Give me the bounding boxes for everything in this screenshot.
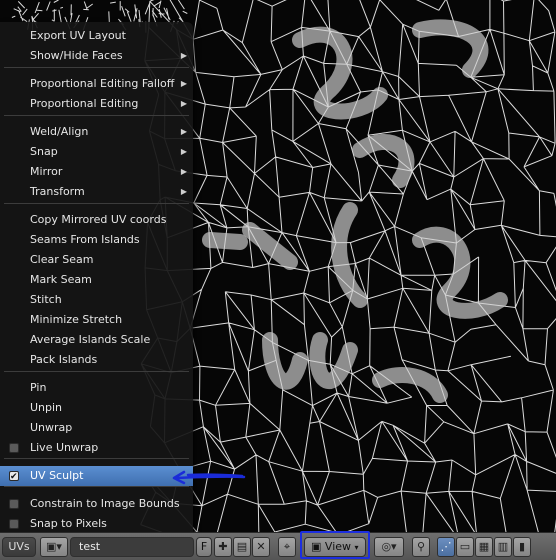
menu-item-transform[interactable]: Transform ▶ xyxy=(0,182,193,202)
menu-item-snap[interactable]: Snap ▶ xyxy=(0,142,193,162)
menu-item-constrain-to-image-bounds[interactable]: Constrain to Image Bounds xyxy=(0,494,193,514)
image-browse-icon[interactable]: ▣▾ xyxy=(40,537,68,557)
menu-item-label: Stitch xyxy=(30,293,62,306)
menu-item-label: Snap xyxy=(30,145,58,158)
checkbox-icon[interactable] xyxy=(9,519,19,529)
menu-item-label: Show/Hide Faces xyxy=(30,49,123,62)
new-image-icon[interactable]: ✚ xyxy=(214,537,232,557)
menu-item-label: Copy Mirrored UV coords xyxy=(30,213,167,226)
edge-select-icon[interactable]: ▭ xyxy=(456,537,474,557)
menu-item-label: Weld/Align xyxy=(30,125,89,138)
uvs-menu-button[interactable]: UVs xyxy=(2,537,36,557)
menu-item-uv-sculpt[interactable]: UV Sculpt xyxy=(0,466,193,487)
menu-item-label: Constrain to Image Bounds xyxy=(30,497,180,510)
menu-item-label: Proportional Editing xyxy=(30,97,139,110)
menu-item-stitch[interactable]: Stitch xyxy=(0,290,193,310)
menu-item-unpin[interactable]: Unpin xyxy=(0,398,193,418)
fake-user-button[interactable]: F xyxy=(196,537,212,557)
menu-item-seams-from-islands[interactable]: Seams From Islands xyxy=(0,230,193,250)
menu-item-label: Pin xyxy=(30,381,47,394)
menu-item-minimize-stretch[interactable]: Minimize Stretch xyxy=(0,310,193,330)
menu-item-clear-seam[interactable]: Clear Seam xyxy=(0,250,193,270)
checkbox-icon[interactable] xyxy=(9,499,19,509)
menu-separator xyxy=(4,486,189,487)
menu-separator xyxy=(4,115,189,116)
image-name-field[interactable]: test xyxy=(70,537,194,557)
checkbox-icon[interactable] xyxy=(9,467,19,487)
menu-item-label: Proportional Editing Falloff xyxy=(30,77,175,90)
menu-item-weld-align[interactable]: Weld/Align ▶ xyxy=(0,122,193,142)
menu-item-proportional-editing-falloff[interactable]: Proportional Editing Falloff ▶ xyxy=(0,74,193,94)
menu-separator xyxy=(4,458,189,459)
submenu-arrow-icon: ▶ xyxy=(180,127,187,136)
menu-item-copy-mirrored-uv-coords[interactable]: Copy Mirrored UV coords xyxy=(0,210,193,230)
menu-item-label: Mark Seam xyxy=(30,273,92,286)
submenu-arrow-icon: ▶ xyxy=(180,187,187,196)
menu-separator xyxy=(4,67,189,68)
menu-item-label: Average Islands Scale xyxy=(30,333,151,346)
island-select-icon[interactable]: ▮ xyxy=(513,537,531,557)
submenu-arrow-icon: ▶ xyxy=(180,79,187,88)
pin-icon[interactable]: ⌖ xyxy=(278,537,296,557)
menu-item-snap-to-pixels[interactable]: Snap to Pixels xyxy=(0,514,193,534)
face-select-icon[interactable]: ▦ xyxy=(475,537,493,557)
menu-item-pin[interactable]: Pin xyxy=(0,378,193,398)
menu-item-live-unwrap[interactable]: Live Unwrap xyxy=(0,438,193,458)
menu-item-label: Unpin xyxy=(30,401,63,414)
vertex-select-icon[interactable]: ⋰ xyxy=(437,537,455,557)
view-select-highlight xyxy=(300,531,370,559)
submenu-arrow-icon: ▶ xyxy=(180,99,187,108)
menu-item-label: Export UV Layout xyxy=(30,29,126,42)
menu-separator xyxy=(4,203,189,204)
menu-item-label: Unwrap xyxy=(30,421,73,434)
menu-item-unwrap[interactable]: Unwrap xyxy=(0,418,193,438)
menu-item-label: Snap to Pixels xyxy=(30,517,107,530)
checkbox-icon[interactable] xyxy=(9,443,19,453)
menu-item-show-hide-faces[interactable]: Show/Hide Faces ▶ xyxy=(0,46,193,66)
submenu-arrow-icon: ▶ xyxy=(180,167,187,176)
menu-item-label: Minimize Stretch xyxy=(30,313,123,326)
annotation-arrow xyxy=(172,470,246,485)
menu-item-mirror[interactable]: Mirror ▶ xyxy=(0,162,193,182)
submenu-arrow-icon: ▶ xyxy=(180,147,187,156)
menu-item-label: Live Unwrap xyxy=(30,441,99,454)
open-image-icon[interactable]: ▤ xyxy=(233,537,251,557)
menu-item-export-uv-layout[interactable]: Export UV Layout xyxy=(0,26,193,46)
uv-editor-header: UVs ▣▾ test F ✚ ▤ ✕ ⌖ ▣ View ▾ ◎▾ ⚲ ⋰ ▭ … xyxy=(0,532,556,560)
menu-item-average-islands-scale[interactable]: Average Islands Scale xyxy=(0,330,193,350)
menu-separator xyxy=(4,371,189,372)
menu-item-label: Seams From Islands xyxy=(30,233,140,246)
sticky-selection-icon[interactable]: ⚲ xyxy=(412,537,430,557)
unlink-icon[interactable]: ✕ xyxy=(252,537,270,557)
menu-item-label: Clear Seam xyxy=(30,253,94,266)
menu-item-mark-seam[interactable]: Mark Seam xyxy=(0,270,193,290)
menu-item-label: Transform xyxy=(30,185,85,198)
menu-item-label: Pack Islands xyxy=(30,353,98,366)
menu-item-proportional-editing[interactable]: Proportional Editing ▶ xyxy=(0,94,193,114)
menu-item-label: UV Sculpt xyxy=(30,469,84,482)
submenu-arrow-icon: ▶ xyxy=(180,51,187,60)
menu-item-label: Mirror xyxy=(30,165,63,178)
menu-item-pack-islands[interactable]: Pack Islands xyxy=(0,350,193,370)
uvs-menu-dropdown: Export UV Layout Show/Hide Faces ▶ Proporti… xyxy=(0,22,193,532)
island-select-icon[interactable]: ▥ xyxy=(494,537,512,557)
pivot-icon[interactable]: ◎▾ xyxy=(374,537,404,557)
